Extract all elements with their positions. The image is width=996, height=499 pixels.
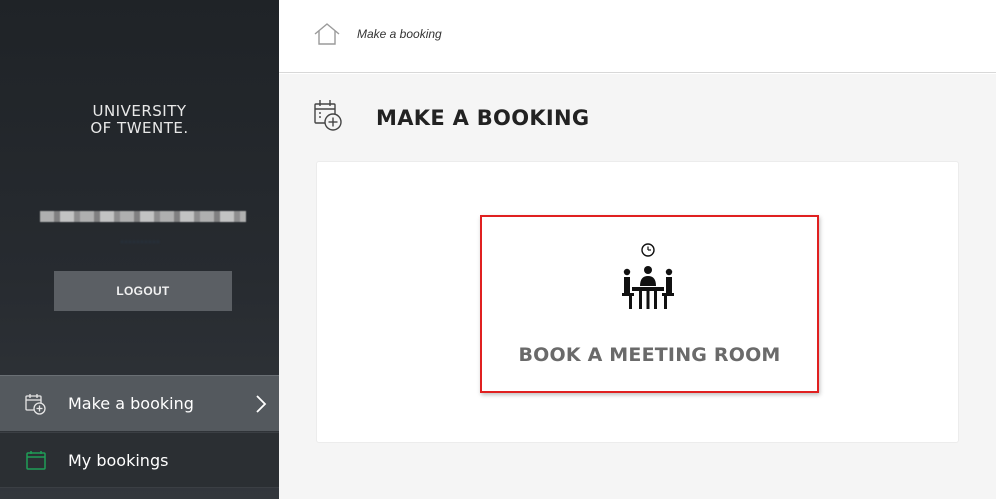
sidebar-item-my-bookings[interactable]: My bookings [0,432,279,488]
logo-line-1: UNIVERSITY [92,102,187,120]
book-meeting-room-tile[interactable]: BOOK A MEETING ROOM [480,215,819,393]
sidebar-item-label: Make a booking [68,394,194,413]
user-name-redacted [40,211,246,222]
logout-button[interactable]: LOGOUT [54,271,232,311]
logo-line-2: OF TWENTE. [90,119,189,137]
page-title: MAKE A BOOKING [376,106,590,130]
university-logo[interactable]: UNIVERSITY OF TWENTE. [0,103,279,137]
calendar-icon [24,448,48,472]
user-role-redacted: ·········· [120,234,160,248]
tile-label: BOOK A MEETING ROOM [518,344,781,366]
sidebar: UNIVERSITY OF TWENTE. ·········· LOGOUT … [0,0,279,499]
main-content: MAKE A BOOKING BOOK A MEETING ROOM [279,74,996,499]
sidebar-item-make-a-booking[interactable]: Make a booking [0,375,279,431]
booking-options-card: BOOK A MEETING ROOM [316,161,959,443]
meeting-room-icon [618,241,678,315]
calendar-add-icon [24,392,48,416]
breadcrumb: Make a booking [279,0,996,73]
chevron-right-icon [253,392,269,416]
home-icon[interactable] [313,22,341,46]
breadcrumb-current[interactable]: Make a booking [357,27,442,41]
calendar-add-icon [313,98,343,132]
sidebar-item-label: My bookings [68,450,169,470]
